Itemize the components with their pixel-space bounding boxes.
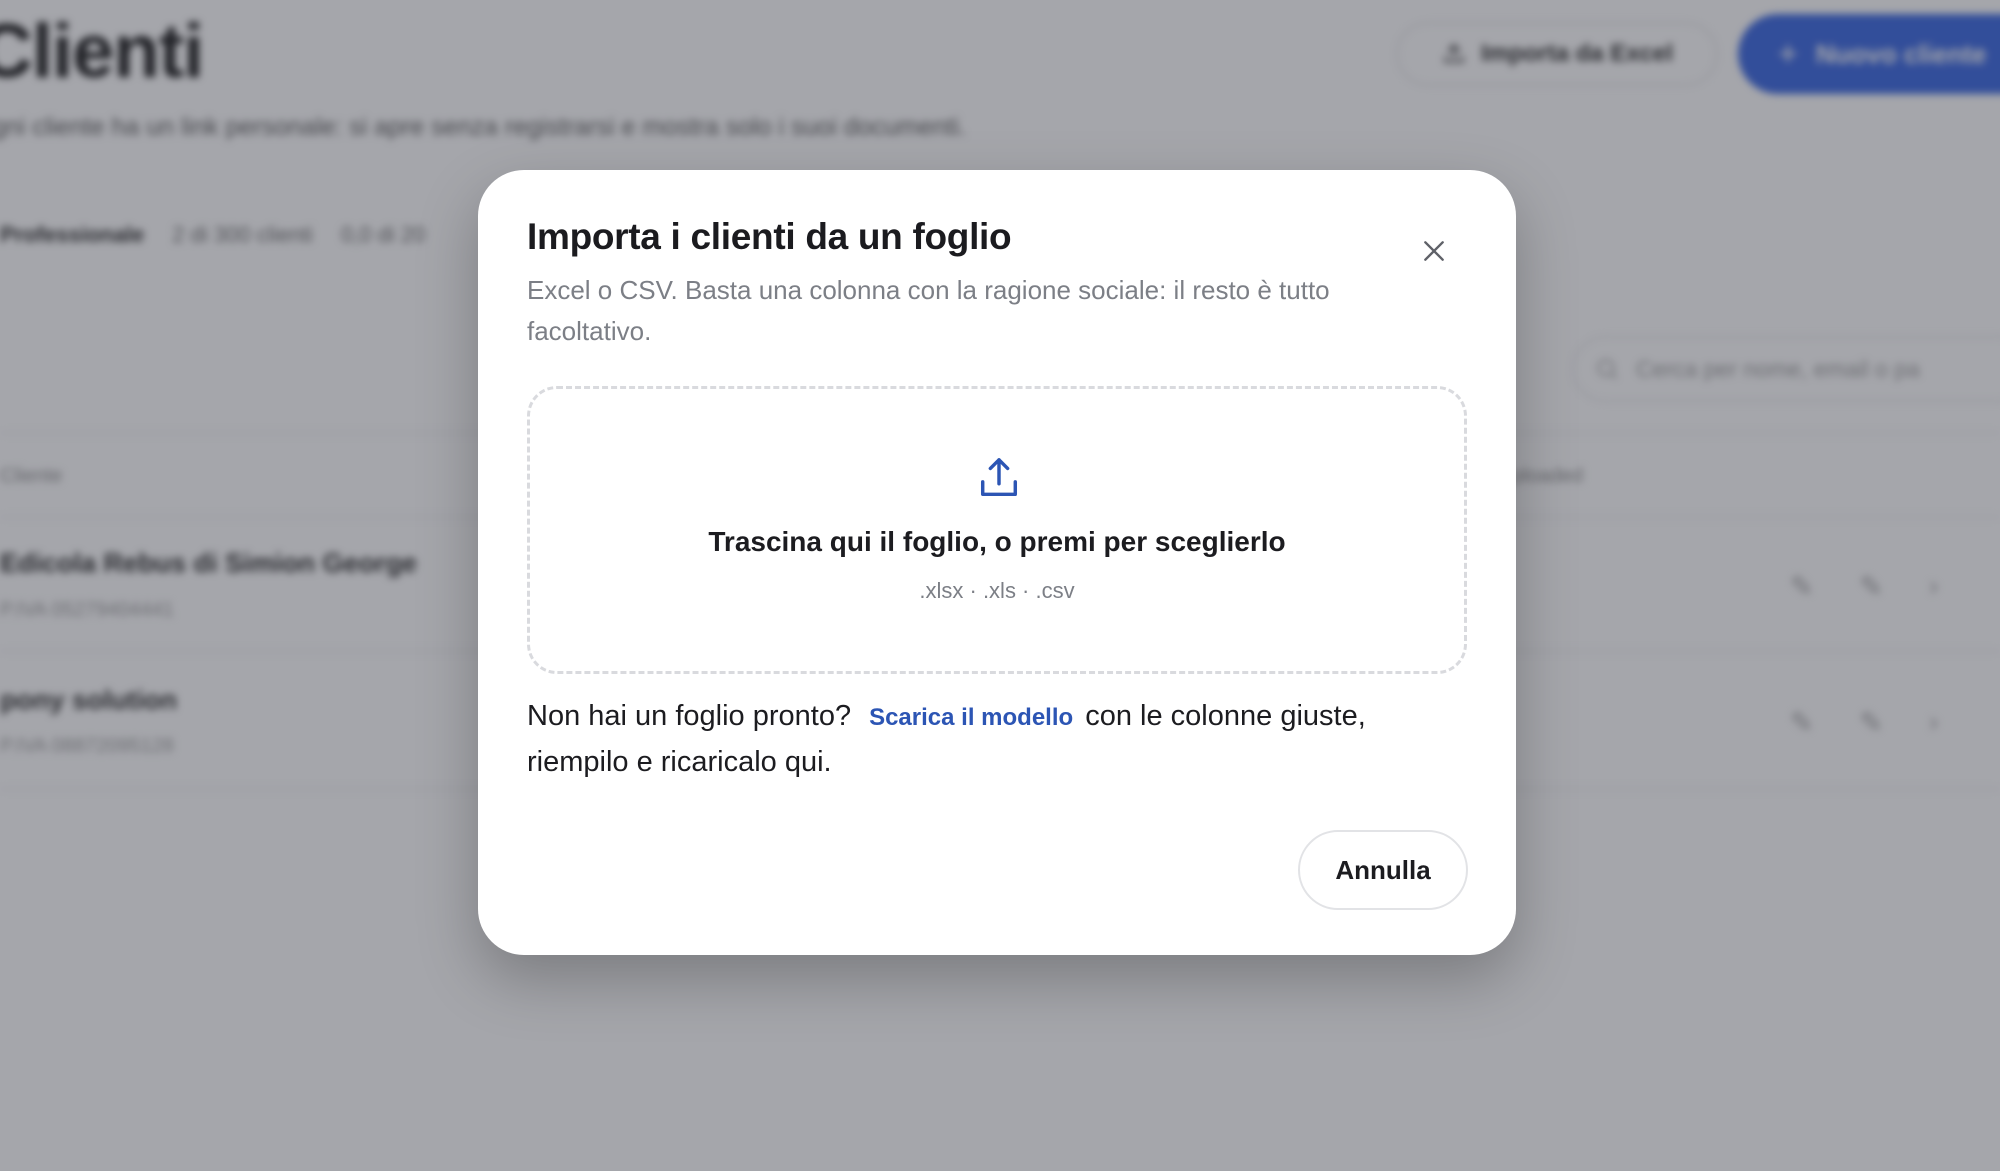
import-dialog: Importa i clienti da un foglio Excel o C…	[478, 170, 1516, 955]
dialog-title: Importa i clienti da un foglio	[527, 216, 1012, 257]
dialog-description: Excel o CSV. Basta una colonna con la ra…	[527, 275, 1330, 346]
close-button[interactable]	[1413, 230, 1455, 272]
file-dropzone[interactable]: Trascina qui il foglio, o premi per sceg…	[527, 386, 1467, 674]
close-icon	[1424, 241, 1444, 261]
dropzone-instruction: Trascina qui il foglio, o premi per sceg…	[708, 526, 1286, 557]
cancel-button[interactable]: Annulla	[1298, 830, 1468, 910]
download-template-link[interactable]: Scarica il modello	[869, 704, 1073, 731]
help-prefix: Non hai un foglio pronto?	[527, 700, 852, 732]
template-help-text: Non hai un foglio pronto? Scarica il mode…	[527, 694, 1467, 785]
upload-icon	[980, 458, 1018, 497]
dropzone-formats: .xlsx · .xls · .csv	[919, 578, 1075, 603]
